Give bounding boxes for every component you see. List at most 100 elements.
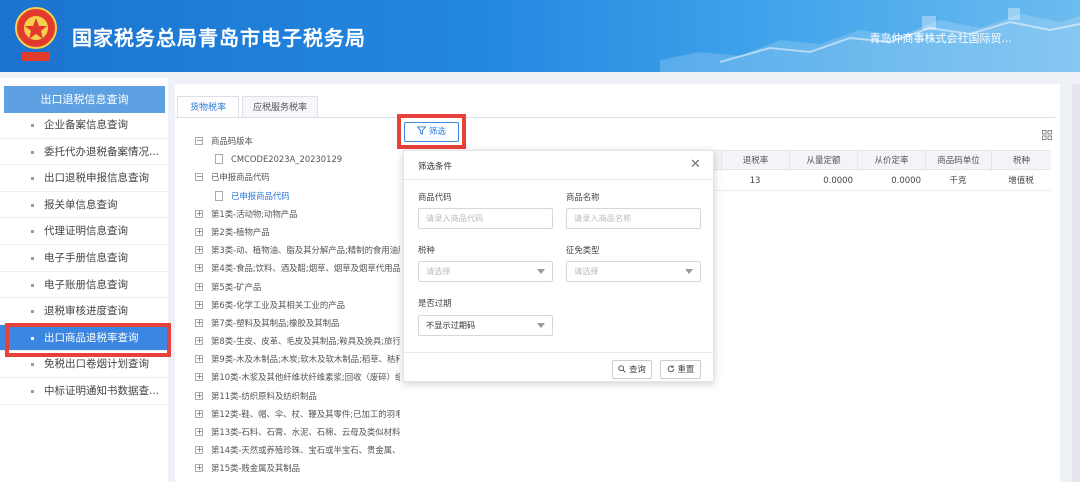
bullet-icon	[31, 363, 34, 367]
tree-node[interactable]: + 第12类-鞋、帽、伞、杖、鞭及其零件;已加工的羽毛及	[195, 405, 400, 423]
tree-node[interactable]: + 第13类-石料、石膏、水泥、石棉、云母及类似材料的	[195, 423, 400, 441]
tree-node[interactable]: + 第1类-活动物;动物产品	[195, 205, 400, 223]
query-button[interactable]: 查询	[612, 360, 652, 379]
tree-node[interactable]: CMCODE2023A_20230129	[195, 150, 400, 168]
sidebar-item[interactable]: 出口退税申报信息查询	[0, 165, 168, 192]
tree-node-label: 第6类-化学工业及其相关工业的产品	[211, 299, 345, 310]
tree-node-label: 第11类-纺织原料及纺织制品	[211, 390, 317, 401]
tree-node-label: 已申报商品代码	[231, 190, 290, 201]
tree-node[interactable]: + 第11类-纺织原料及纺织制品	[195, 387, 400, 405]
chevron-down-icon	[537, 323, 545, 328]
sidebar-item-label: 报关单信息查询	[44, 198, 118, 211]
expand-icon[interactable]: +	[195, 391, 203, 400]
tree-node[interactable]: + 第7类-塑料及其制品;橡胶及其制品	[195, 314, 400, 332]
company-name[interactable]: 青岛仲商事株式会社国际贸...	[870, 30, 1013, 46]
dialog-footer-divider	[404, 352, 715, 353]
tree-node[interactable]: + 第3类-动、植物油、脂及其分解产品;精制的食用油脂	[195, 241, 400, 259]
tree-node[interactable]: + 第14类-天然或养殖珍珠、宝石或半宝石、贵金属、包	[195, 441, 400, 459]
tree-node[interactable]: + 第8类-生皮、皮革、毛皮及其制品;鞍具及挽具;旅行用	[195, 332, 400, 350]
tree-node-label: 第16类-机器、机械器具、电气设备及其零件;录音机及	[211, 478, 400, 482]
tree-node-label: 第10类-木浆及其他纤维状纤维素浆;回收（废碎）纸或	[211, 372, 400, 383]
exemption-type-select[interactable]: 请选择	[566, 261, 701, 282]
bullet-icon	[31, 177, 34, 181]
tree-node[interactable]: + 第4类-食品;饮料、酒及醋;烟草、烟草及烟草代用品的	[195, 259, 400, 277]
tree-node[interactable]: + 第10类-木浆及其他纤维状纤维素浆;回收（废碎）纸或	[195, 368, 400, 386]
tree-node-label: 第1类-活动物;动物产品	[211, 208, 298, 219]
tree-node-label: 第2类-植物产品	[211, 226, 270, 237]
sidebar-item-label: 退税审核进度查询	[44, 305, 128, 318]
expired-value: 不显示过期码	[426, 320, 476, 330]
bullet-icon	[31, 256, 34, 260]
bullet-icon	[31, 124, 34, 127]
collapse-icon[interactable]: −	[195, 173, 203, 182]
tree-node-label: 第5类-矿产品	[211, 281, 262, 292]
tree-node[interactable]: − 商品码版本	[195, 132, 400, 150]
tab-goods-rate[interactable]: 货物税率	[177, 96, 239, 118]
product-name-input[interactable]: 请录入商品名称	[566, 208, 701, 229]
expand-icon[interactable]: +	[195, 300, 203, 309]
filter-button-label: 筛选	[428, 127, 446, 137]
expand-icon[interactable]: +	[195, 446, 203, 455]
sidebar-item[interactable]: 中标证明通知书数据查...	[0, 378, 168, 405]
sidebar-item[interactable]: 委托代办退税备案情况...	[0, 139, 168, 166]
dialog-divider	[404, 179, 715, 180]
expand-icon[interactable]: +	[195, 409, 203, 418]
tree-node[interactable]: + 第9类-木及木制品;木炭;软木及软木制品;稻草、秸秆、	[195, 350, 400, 368]
chevron-down-icon	[537, 269, 545, 274]
bullet-icon	[31, 203, 34, 207]
tree-node[interactable]: 已申报商品代码	[195, 187, 400, 205]
tree-node[interactable]: +第16类-机器、机械器具、电气设备及其零件;录音机及	[195, 478, 400, 482]
expand-icon[interactable]: +	[195, 227, 203, 236]
file-icon	[215, 190, 223, 201]
expand-icon[interactable]: +	[195, 355, 203, 364]
tree-node-label: 第13类-石料、石膏、水泥、石棉、云母及类似材料的	[211, 427, 400, 437]
bullet-icon	[31, 336, 34, 340]
sidebar-item[interactable]: 退税审核进度查询	[0, 298, 168, 325]
columns-icon[interactable]	[1042, 130, 1052, 140]
sidebar-item[interactable]: 免税出口卷烟计划查询	[0, 351, 168, 378]
tree-node[interactable]: + 第6类-化学工业及其相关工业的产品	[195, 296, 400, 314]
sidebar-item[interactable]: 企业备案信息查询	[0, 112, 168, 139]
filter-button[interactable]: 筛选	[404, 122, 459, 142]
expand-icon[interactable]: +	[195, 264, 203, 273]
cell-ad-valorem-rate: 0.0000	[891, 176, 921, 186]
sidebar-heading[interactable]: 出口退税信息查询	[4, 86, 165, 113]
product-code-input[interactable]: 请录入商品代码	[418, 208, 553, 229]
tree-node[interactable]: + 第5类-矿产品	[195, 278, 400, 296]
reset-button[interactable]: 重置	[660, 360, 701, 379]
category-tree: − 商品码版本 CMCODE2023A_20230129− 已申报商品代码已申报商品代…	[195, 132, 400, 482]
tree-node[interactable]: + 第15类-贱金属及其制品	[195, 459, 400, 477]
expand-icon[interactable]: +	[195, 464, 203, 473]
sidebar-item-label: 出口商品退税率查询	[44, 331, 139, 344]
close-icon[interactable]: ✕	[690, 158, 701, 171]
column-header-specific-rate: 从量定额	[789, 151, 857, 171]
exemption-type-label: 征免类型	[566, 245, 600, 255]
expired-select[interactable]: 不显示过期码	[418, 315, 553, 336]
expand-icon[interactable]: +	[195, 318, 203, 327]
product-code-label: 商品代码	[418, 192, 452, 202]
bullet-icon	[31, 283, 34, 287]
expand-icon[interactable]: +	[195, 428, 203, 436]
collapse-icon[interactable]: −	[195, 137, 203, 145]
expand-icon[interactable]: +	[195, 373, 203, 382]
sidebar-item[interactable]: 电子账册信息查询	[0, 272, 168, 299]
sidebar-item[interactable]: 电子手册信息查询	[0, 245, 168, 272]
page-scrollbar[interactable]	[1072, 84, 1080, 482]
expand-icon[interactable]: +	[195, 209, 203, 218]
sidebar-item[interactable]: 出口商品退税率查询	[0, 324, 168, 352]
tab-service-rate[interactable]: 应税服务税率	[242, 96, 318, 118]
expand-icon[interactable]: +	[195, 337, 203, 346]
tax-type-label: 税种	[418, 245, 435, 255]
column-header-unit: 商品码单位	[925, 151, 991, 171]
bullet-icon	[31, 230, 34, 234]
tax-type-select[interactable]: 请选择	[418, 261, 553, 282]
tree-node[interactable]: + 第2类-植物产品	[195, 223, 400, 241]
sidebar-item[interactable]: 代理证明信息查询	[0, 218, 168, 245]
cell-specific-rate: 0.0000	[823, 176, 853, 186]
tree-node[interactable]: − 已申报商品代码	[195, 168, 400, 186]
column-header-refund-rate: 退税率	[721, 151, 789, 171]
tab-divider	[175, 117, 1055, 118]
sidebar-item[interactable]: 报关单信息查询	[0, 192, 168, 219]
expand-icon[interactable]: +	[195, 282, 203, 291]
expand-icon[interactable]: +	[195, 246, 203, 255]
